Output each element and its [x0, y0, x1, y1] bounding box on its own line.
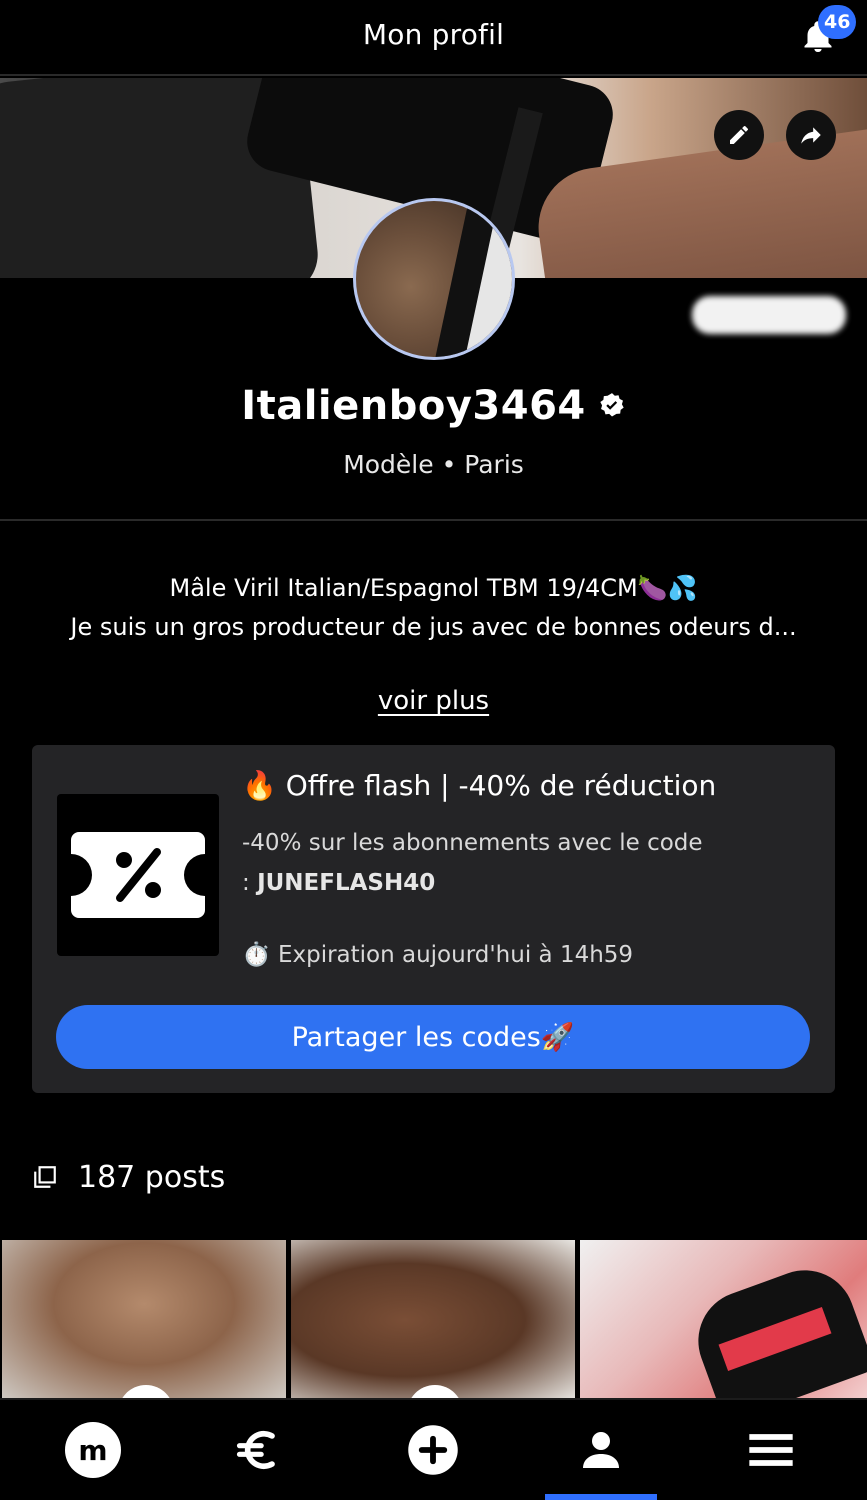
nav-create[interactable]	[373, 1400, 493, 1500]
post-thumbnail[interactable]	[291, 1240, 575, 1400]
posts-grid	[0, 1240, 867, 1400]
username-row: Italienboy3464	[0, 378, 867, 434]
offer-title: 🔥 Offre flash | -40% de réduction	[242, 769, 717, 802]
offer-description: -40% sur les abonnements avec le code : …	[242, 830, 703, 896]
notification-badge[interactable]: 46	[818, 5, 857, 39]
divider	[0, 519, 867, 521]
posts-count: 187 posts	[78, 1159, 226, 1195]
page-title: Mon profil	[362, 18, 505, 51]
hamburger-menu-icon	[749, 1434, 793, 1466]
nav-earnings[interactable]	[199, 1400, 319, 1500]
person-icon	[583, 1432, 619, 1468]
bio-line: Mâle Viril Italian/Espagnol TBM 19/4CM🍆💦	[169, 574, 698, 602]
username: Italienboy3464	[241, 383, 586, 429]
posts-header: 187 posts	[32, 1155, 225, 1199]
nav-menu[interactable]	[711, 1400, 831, 1500]
coupon-icon	[57, 794, 219, 956]
bottom-nav: m	[0, 1398, 867, 1500]
voir-plus-link[interactable]: voir plus	[0, 686, 867, 716]
profile-subtitle: Modèle • Paris	[343, 450, 524, 479]
promo-code[interactable]: JUNEFLASH40	[257, 870, 435, 896]
pencil-icon	[730, 126, 748, 144]
avatar[interactable]	[353, 198, 515, 360]
post-thumbnail[interactable]	[580, 1240, 867, 1400]
nav-home[interactable]: m	[33, 1400, 153, 1500]
gallery-icon	[34, 1166, 56, 1188]
m-logo-icon: m	[65, 1422, 121, 1478]
flash-offer-card: 🔥 Offre flash | -40% de réduction -40% s…	[32, 745, 835, 1093]
verified-badge-icon	[600, 393, 624, 417]
top-bar: Mon profil 46	[0, 0, 867, 76]
nav-profile[interactable]	[541, 1400, 661, 1500]
redacted-patch	[692, 296, 846, 334]
euro-icon	[236, 1430, 275, 1470]
share-codes-button[interactable]: Partager les codes🚀	[56, 1005, 810, 1069]
nav-active-indicator	[545, 1494, 657, 1500]
share-arrow-icon	[801, 127, 821, 144]
offer-expiration: ⏱️ Expiration aujourd'hui à 14h59	[242, 942, 634, 968]
bio-line: Je suis un gros producteur de jus avec d…	[70, 613, 797, 641]
edit-cover-button[interactable]	[714, 110, 764, 160]
post-thumbnail[interactable]	[2, 1240, 286, 1400]
plus-circle-icon	[408, 1425, 458, 1475]
share-profile-button[interactable]	[786, 110, 836, 160]
